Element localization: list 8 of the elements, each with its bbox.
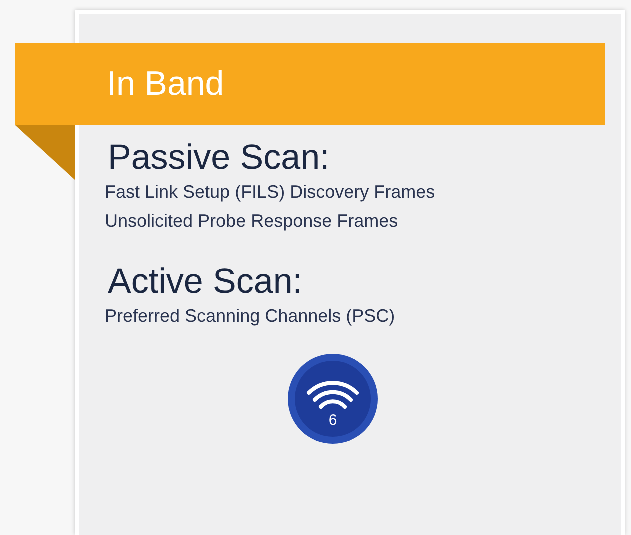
section-heading: Active Scan:	[108, 262, 304, 302]
section-text: Fast Link Setup (FILS) Discovery Frames	[105, 181, 436, 204]
section-text: Unsolicited Probe Response Frames	[105, 210, 400, 233]
banner-title: In Band	[15, 43, 605, 125]
wifi-badge-icon: 6	[287, 353, 379, 445]
section-heading: Passive Scan:	[108, 138, 331, 178]
ribbon-fold-icon	[15, 125, 75, 180]
section-text: Preferred Scanning Channels (PSC)	[105, 305, 396, 328]
